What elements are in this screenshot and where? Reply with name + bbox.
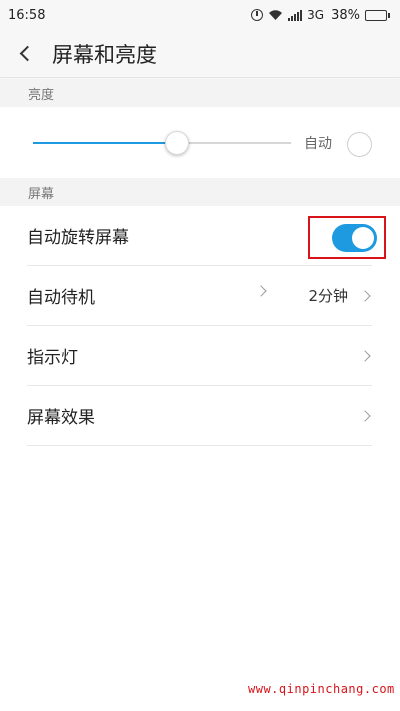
brightness-row: 自动 [0,106,400,176]
toggle-knob [352,227,374,249]
brightness-slider-fill [33,142,178,144]
brightness-slider[interactable] [33,142,291,144]
chevron-left-icon [19,45,35,62]
highlight-box [308,216,386,259]
brightness-slider-thumb[interactable] [165,131,190,155]
alarm-icon [251,9,264,21]
row-label: 自动旋转屏幕 [27,228,129,248]
row-indicator-light[interactable]: 指示灯 [27,326,372,386]
row-screen-effect[interactable]: 屏幕效果 [27,386,372,446]
battery-percent: 38% [331,7,360,23]
battery-icon [365,9,390,21]
row-value: 2分钟 [308,287,348,305]
network-type: 3G [307,8,325,22]
signal-icon [288,9,303,21]
status-time: 16:58 [8,7,46,23]
auto-brightness-label: 自动 [304,136,332,152]
chevron-right-icon [359,289,371,302]
app-header: 屏幕和亮度 [0,30,400,78]
row-label: 指示灯 [27,348,78,368]
row-label: 自动待机 [27,288,95,308]
chevron-right-icon [359,349,371,362]
wifi-icon [269,10,283,20]
auto-brightness-radio[interactable] [347,132,372,157]
page-title: 屏幕和亮度 [52,42,157,67]
status-bar: 16:58 3G 38% [0,0,400,30]
watermark-text: www.qinpinchang.com [248,682,395,696]
row-auto-standby[interactable]: 自动待机 2分钟 [27,266,372,326]
section-label-brightness: 亮度 [0,79,400,107]
chevron-right-icon [255,285,267,297]
auto-rotate-toggle[interactable] [332,224,377,252]
status-icons: 3G 38% [251,8,390,23]
chevron-right-icon [359,409,371,422]
row-label: 屏幕效果 [27,408,95,428]
back-button[interactable] [0,30,48,78]
section-label-screen: 屏幕 [0,178,400,206]
